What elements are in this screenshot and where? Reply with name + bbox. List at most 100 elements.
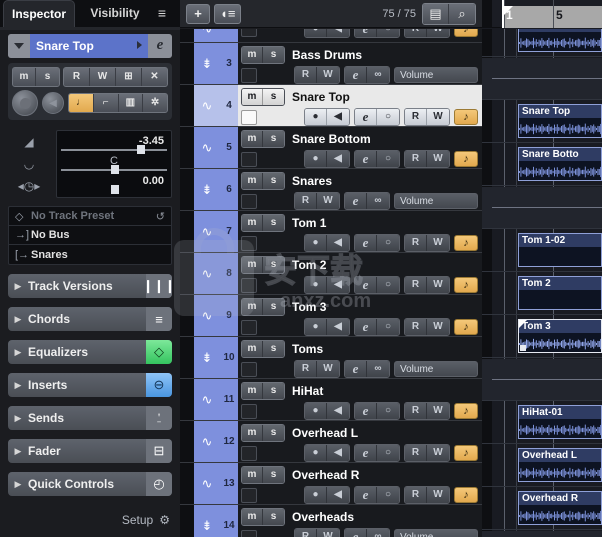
edit-link-group[interactable]: e ∞ bbox=[344, 192, 390, 210]
lanes-icon[interactable]: ⊞ bbox=[116, 68, 142, 86]
track-enable-checkbox[interactable] bbox=[241, 487, 257, 503]
edit-channel-button[interactable]: e bbox=[345, 67, 367, 83]
record-monitor-group[interactable]: ●◀ bbox=[304, 318, 350, 336]
mute-button[interactable]: m bbox=[242, 299, 263, 315]
musical-mode-group[interactable]: ♩ ⌐ ▥ ✲ bbox=[68, 93, 168, 113]
edit-channel-button[interactable]: e bbox=[355, 109, 377, 125]
record-monitor-group[interactable]: ●◀ bbox=[304, 486, 350, 504]
track-enable-checkbox[interactable] bbox=[241, 445, 257, 461]
track-enable-checkbox[interactable] bbox=[241, 109, 257, 125]
edit-link-group[interactable]: e ∞ bbox=[344, 360, 390, 378]
write-automation-button[interactable]: W bbox=[427, 151, 449, 167]
edit-lock-group[interactable]: e○ bbox=[354, 108, 400, 126]
audio-clip[interactable]: Snare Top bbox=[518, 104, 602, 138]
record-enable-button[interactable]: ● bbox=[305, 487, 327, 503]
track-row[interactable]: ⇟ 6 m s Snares R We ∞ Volume bbox=[180, 169, 482, 211]
solo-button[interactable]: s bbox=[263, 341, 284, 357]
arrange-lane[interactable] bbox=[482, 531, 602, 537]
musical-mode-button[interactable]: ♪ bbox=[454, 487, 478, 503]
monitor-button[interactable]: ◀ bbox=[327, 235, 349, 251]
track-color-strip[interactable]: ⇟ 6 bbox=[194, 169, 238, 210]
edit-channel-button[interactable]: e bbox=[345, 529, 367, 537]
edit-lock-group[interactable]: e○ bbox=[354, 276, 400, 294]
track-color-strip[interactable]: ∿ 11 bbox=[194, 379, 238, 420]
section-sends[interactable]: ▶ Sends ⍘ bbox=[8, 406, 172, 430]
read-automation-button[interactable]: R bbox=[295, 67, 317, 83]
track-row[interactable]: ∿ ●◀ e○ RW ♪ bbox=[180, 29, 482, 43]
lock-icon[interactable]: ○ bbox=[377, 109, 399, 125]
audio-clip[interactable]: Tom 1-02 bbox=[518, 233, 602, 267]
section-chords[interactable]: ▶ Chords ≡ bbox=[8, 307, 172, 331]
solo-button[interactable]: s bbox=[263, 47, 284, 63]
inspector-track-selector[interactable]: Snare Top e bbox=[8, 34, 172, 58]
automation-group[interactable]: RW bbox=[294, 192, 340, 210]
arrange-canvas[interactable]: Snare Top Snare Botto Tom 1-02 Tom 2 Tom 3 Hi… bbox=[482, 29, 602, 537]
record-enable-button[interactable]: ● bbox=[305, 109, 327, 125]
tab-menu-icon[interactable]: ≡ bbox=[150, 0, 174, 28]
edit-link-group[interactable]: e ∞ bbox=[344, 528, 390, 537]
section-quick-controls[interactable]: ▶ Quick Controls ◴ bbox=[8, 472, 172, 496]
record-monitor-group[interactable]: ●◀ bbox=[304, 234, 350, 252]
track-enable-checkbox[interactable] bbox=[241, 403, 257, 419]
monitor-button[interactable]: ◀ bbox=[327, 319, 349, 335]
audio-clip[interactable] bbox=[518, 29, 602, 52]
track-row[interactable]: ⇟ 10 m s Toms R We ∞ Volume bbox=[180, 337, 482, 379]
gear-icon[interactable]: ⚙ bbox=[159, 513, 170, 527]
volume-readout[interactable]: Volume bbox=[394, 193, 478, 209]
record-enable-button[interactable]: ● bbox=[305, 445, 327, 461]
fader-icon[interactable]: ⊟ bbox=[146, 439, 172, 463]
mute-button[interactable]: m bbox=[242, 341, 263, 357]
read-automation-button[interactable]: R bbox=[295, 529, 317, 537]
record-monitor-group[interactable]: ●◀ bbox=[304, 402, 350, 420]
list-icon[interactable]: ▤ bbox=[423, 3, 449, 24]
edit-lock-group[interactable]: e○ bbox=[354, 318, 400, 336]
link-icon[interactable]: ∞ bbox=[367, 193, 389, 209]
mute-solo-group[interactable]: ms bbox=[241, 214, 285, 232]
musical-mode-button[interactable]: ♪ bbox=[454, 277, 478, 293]
solo-button[interactable]: s bbox=[263, 467, 284, 483]
timeline-ruler[interactable]: 1 5 bbox=[482, 0, 602, 28]
solo-button[interactable]: s bbox=[263, 299, 284, 315]
monitor-button[interactable]: ◀ bbox=[327, 151, 349, 167]
mute-solo-group[interactable]: ms bbox=[241, 46, 285, 64]
write-automation-button[interactable]: W bbox=[317, 67, 339, 83]
edit-channel-button[interactable]: e bbox=[345, 361, 367, 377]
mute-button[interactable]: m bbox=[242, 173, 263, 189]
search-icon[interactable]: ⌕ bbox=[449, 3, 475, 24]
mute-button[interactable]: m bbox=[242, 47, 263, 63]
edit-lock-group[interactable]: e○ bbox=[354, 444, 400, 462]
track-color-strip[interactable]: ∿ 4 bbox=[194, 85, 238, 126]
mute-button[interactable]: m bbox=[242, 215, 263, 231]
track-row[interactable]: ∿ 13 m s Overhead R ● ◀ e ○ R W ♪ bbox=[180, 463, 482, 505]
record-monitor-group[interactable]: ●◀ bbox=[304, 444, 350, 462]
mute-button[interactable]: m bbox=[242, 425, 263, 441]
monitor-button[interactable]: ◀ bbox=[327, 403, 349, 419]
read-automation-button[interactable]: R bbox=[405, 487, 427, 503]
mute-solo-group[interactable]: ms bbox=[241, 382, 285, 400]
track-enable-checkbox[interactable] bbox=[241, 235, 257, 251]
edit-link-group[interactable]: e ∞ bbox=[344, 66, 390, 84]
automation-group[interactable]: RW bbox=[404, 444, 450, 462]
edit-channel-button[interactable]: e bbox=[355, 277, 377, 293]
output-routing-row[interactable]: [→ Snares bbox=[9, 245, 171, 264]
clip-resize-handle[interactable] bbox=[520, 345, 526, 351]
mute-button[interactable]: m bbox=[13, 68, 36, 86]
quick-controls-icon[interactable]: ◴ bbox=[146, 472, 172, 496]
audio-clip[interactable]: Overhead L bbox=[518, 448, 602, 482]
track-color-strip[interactable]: ∿ 5 bbox=[194, 127, 238, 168]
automation-group[interactable]: RW bbox=[404, 318, 450, 336]
musical-mode-button[interactable]: ♪ bbox=[454, 403, 478, 419]
edit-channel-button[interactable]: e bbox=[355, 29, 377, 37]
lock-icon[interactable]: ○ bbox=[377, 151, 399, 167]
automation-group[interactable]: RW bbox=[404, 108, 450, 126]
volume-readout[interactable]: Volume bbox=[394, 529, 478, 537]
track-row[interactable]: ∿ 12 m s Overhead L ● ◀ e ○ R W ♪ bbox=[180, 421, 482, 463]
tab-inspector[interactable]: Inspector bbox=[3, 0, 75, 28]
track-enable-checkbox[interactable] bbox=[241, 319, 257, 335]
audio-clip[interactable]: HiHat-01 bbox=[518, 405, 602, 439]
arrange-lane[interactable] bbox=[482, 58, 602, 100]
automation-group[interactable]: RW bbox=[404, 234, 450, 252]
track-row[interactable]: ⇟14msOverheadsRWe∞Volume bbox=[180, 505, 482, 537]
track-row[interactable]: ∿ 8 m s Tom 2 ● ◀ e ○ R W ♪ bbox=[180, 253, 482, 295]
monitor-button[interactable]: ◀ bbox=[327, 487, 349, 503]
